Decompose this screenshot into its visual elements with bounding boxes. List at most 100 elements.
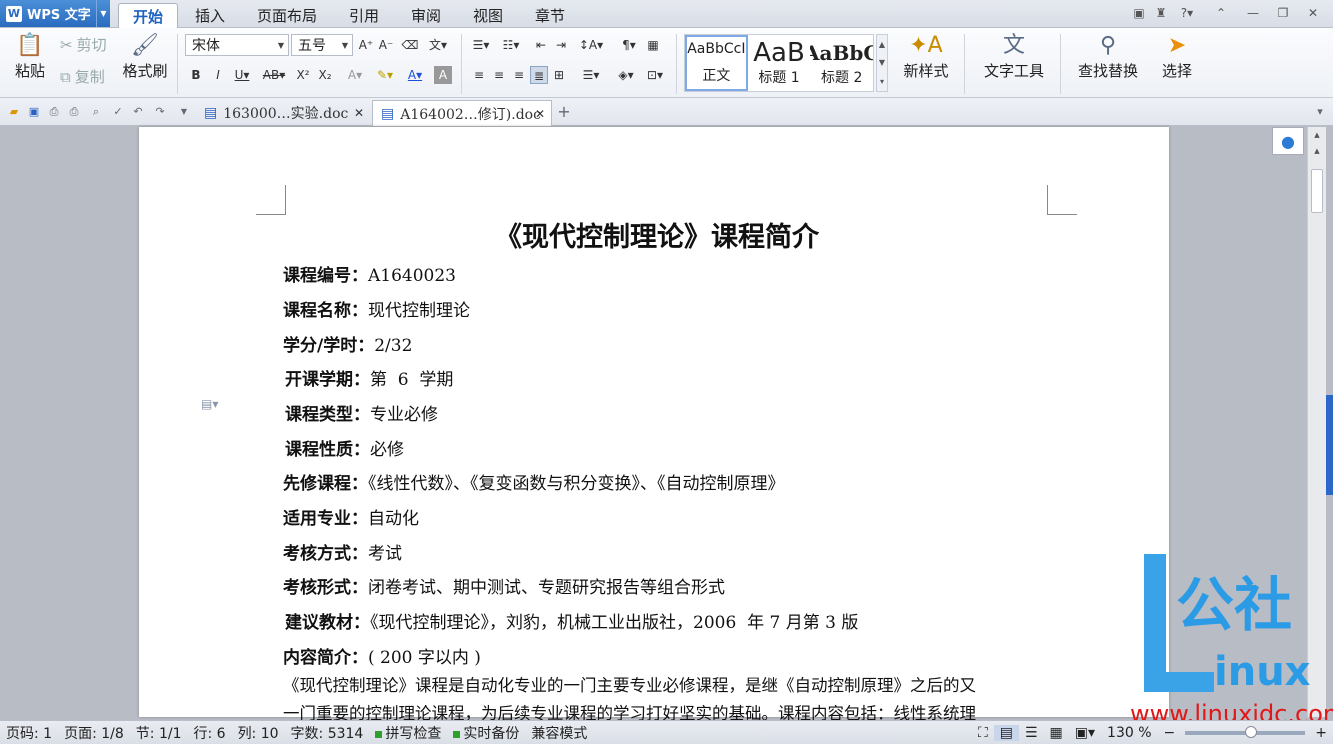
- style-heading-1[interactable]: AaB 标题 1: [748, 35, 811, 91]
- align-center-icon[interactable]: ≡: [490, 66, 508, 84]
- highlight-icon[interactable]: ✎▾: [372, 66, 398, 84]
- format-painter-button[interactable]: 🖌 格式刷: [120, 32, 170, 81]
- paragraph-options-icon[interactable]: ▤▾: [201, 397, 218, 411]
- style-gallery-scroll[interactable]: ▲ ▼ ▾: [876, 34, 888, 92]
- page-up-icon[interactable]: ▲: [1311, 147, 1323, 157]
- justify-icon[interactable]: ≣: [530, 66, 548, 84]
- numbering-icon[interactable]: ☷▾: [498, 36, 524, 54]
- restore-icon[interactable]: ❐: [1274, 4, 1292, 22]
- scroll-thumb[interactable]: [1311, 169, 1323, 213]
- open-folder-icon[interactable]: ▰: [6, 104, 22, 120]
- style-normal[interactable]: AaBbCcI 正文: [685, 35, 748, 91]
- bullets-icon[interactable]: ☰▾: [468, 36, 494, 54]
- web-view-icon[interactable]: ▦: [1044, 725, 1069, 741]
- export-pdf-icon[interactable]: ⎙: [46, 104, 62, 120]
- select-button[interactable]: ➤ 选择: [1152, 32, 1202, 81]
- status-row[interactable]: 行: 6: [187, 723, 231, 743]
- page-view-icon[interactable]: ▤: [993, 724, 1019, 741]
- tab-menu-icon[interactable]: ▾: [1312, 104, 1328, 120]
- char-shading-icon[interactable]: A: [434, 66, 452, 84]
- expand-icon[interactable]: ▾: [880, 77, 884, 86]
- shirt-icon[interactable]: ♜: [1152, 4, 1170, 22]
- minimize-icon[interactable]: —: [1244, 4, 1262, 22]
- bold-icon[interactable]: B: [187, 66, 205, 84]
- status-section[interactable]: 节: 1/1: [130, 723, 188, 743]
- superscript-icon[interactable]: X²: [294, 66, 312, 84]
- chevron-down-icon[interactable]: ▼: [879, 58, 885, 67]
- paste-button[interactable]: 📋 粘贴: [8, 32, 52, 81]
- line-spacing-icon[interactable]: ☰▾: [578, 66, 604, 84]
- redo-icon[interactable]: ↷: [152, 104, 168, 120]
- border-icon[interactable]: ⊡▾: [642, 66, 668, 84]
- chevron-down-icon[interactable]: ▼: [176, 104, 192, 120]
- grow-font-icon[interactable]: A⁺: [357, 36, 375, 54]
- tab-insert[interactable]: 插入: [184, 3, 236, 28]
- shading-icon[interactable]: ◈▾: [612, 66, 640, 84]
- skin-icon[interactable]: ▣: [1130, 4, 1148, 22]
- align-left-icon[interactable]: ≡: [470, 66, 488, 84]
- collapse-ribbon-icon[interactable]: ⌃: [1212, 4, 1230, 22]
- show-marks-icon[interactable]: ¶▾: [616, 36, 642, 54]
- italic-icon[interactable]: I: [209, 66, 227, 84]
- side-panel-toggle[interactable]: [1326, 395, 1333, 495]
- scroll-up-icon[interactable]: ▲: [1311, 131, 1323, 141]
- spell-check-toggle[interactable]: 拼写检查: [369, 723, 447, 743]
- zoom-out-icon[interactable]: −: [1158, 725, 1182, 741]
- strikethrough-icon[interactable]: AB▾: [261, 66, 287, 84]
- print-icon[interactable]: ⎙: [66, 104, 82, 120]
- zoom-slider-thumb[interactable]: [1245, 725, 1258, 738]
- text-tools-button[interactable]: 文 文字工具: [974, 32, 1054, 81]
- text-effect-icon[interactable]: A▾: [344, 66, 366, 84]
- undo-icon[interactable]: ↶: [130, 104, 146, 120]
- status-pages[interactable]: 页面: 1/8: [58, 723, 130, 743]
- decrease-indent-icon[interactable]: ⇤: [532, 36, 550, 54]
- zoom-in-icon[interactable]: +: [1309, 725, 1333, 741]
- font-size-select[interactable]: 五号 ▼: [291, 34, 353, 56]
- status-word-count[interactable]: 字数: 5314: [285, 723, 370, 743]
- reading-mode-icon[interactable]: ▣▾: [1069, 725, 1101, 741]
- backup-toggle[interactable]: 实时备份: [447, 723, 525, 743]
- font-name-select[interactable]: 宋体 ▼: [185, 34, 289, 56]
- align-right-icon[interactable]: ≡: [510, 66, 528, 84]
- tab-view[interactable]: 视图: [462, 3, 514, 28]
- phonetic-guide-icon[interactable]: 文▾: [425, 36, 451, 54]
- copy-button[interactable]: ⧉ 复制: [60, 66, 105, 87]
- close-tab-icon[interactable]: ✕: [354, 106, 364, 120]
- underline-icon[interactable]: U▾: [231, 66, 253, 84]
- find-replace-button[interactable]: ⚲ 查找替换: [1068, 32, 1148, 81]
- spellcheck-icon[interactable]: ✓: [110, 104, 126, 120]
- close-icon[interactable]: ✕: [1304, 4, 1322, 22]
- status-page-number[interactable]: 页码: 1: [0, 723, 58, 743]
- style-heading-2[interactable]: AaBbC 标题 2: [810, 35, 873, 91]
- status-column[interactable]: 列: 10: [232, 723, 285, 743]
- table-grid-icon[interactable]: ▦: [644, 36, 662, 54]
- close-tab-icon[interactable]: ✕: [535, 107, 545, 121]
- text-direction-icon[interactable]: ↕A▾: [576, 36, 606, 54]
- save-icon[interactable]: ▣: [26, 104, 42, 120]
- tab-home[interactable]: 开始: [118, 3, 178, 28]
- shrink-font-icon[interactable]: A⁻: [377, 36, 395, 54]
- outline-view-icon[interactable]: ☰: [1019, 725, 1044, 741]
- font-color-icon[interactable]: A▾: [404, 66, 426, 84]
- chevron-down-icon[interactable]: ▼: [96, 0, 110, 27]
- tab-chapter[interactable]: 章节: [524, 3, 576, 28]
- zoom-level[interactable]: 130 %: [1101, 725, 1157, 741]
- distributed-icon[interactable]: ⊞: [550, 66, 568, 84]
- zoom-slider[interactable]: [1185, 725, 1306, 738]
- doc-tab-2[interactable]: ▤ A164002…修订).doc ✕: [372, 100, 552, 126]
- help-icon[interactable]: ?▾: [1176, 4, 1198, 22]
- chevron-up-icon[interactable]: ▲: [879, 40, 885, 49]
- app-menu-button[interactable]: W WPS 文字 ▼: [0, 0, 110, 27]
- print-preview-icon[interactable]: ⌕: [88, 104, 104, 120]
- new-tab-icon[interactable]: +: [556, 104, 572, 120]
- tab-review[interactable]: 审阅: [400, 3, 452, 28]
- increase-indent-icon[interactable]: ⇥: [552, 36, 570, 54]
- doc-tab-1[interactable]: ▤ 163000…实验.doc ✕: [196, 100, 370, 126]
- clear-format-icon[interactable]: ⌫: [401, 36, 419, 54]
- cut-button[interactable]: ✂ 剪切: [60, 34, 107, 55]
- tab-references[interactable]: 引用: [338, 3, 390, 28]
- full-screen-icon[interactable]: ⛶: [972, 725, 994, 741]
- subscript-icon[interactable]: X₂: [316, 66, 334, 84]
- tab-page-layout[interactable]: 页面布局: [246, 3, 328, 28]
- location-pin-icon[interactable]: ●: [1272, 127, 1304, 155]
